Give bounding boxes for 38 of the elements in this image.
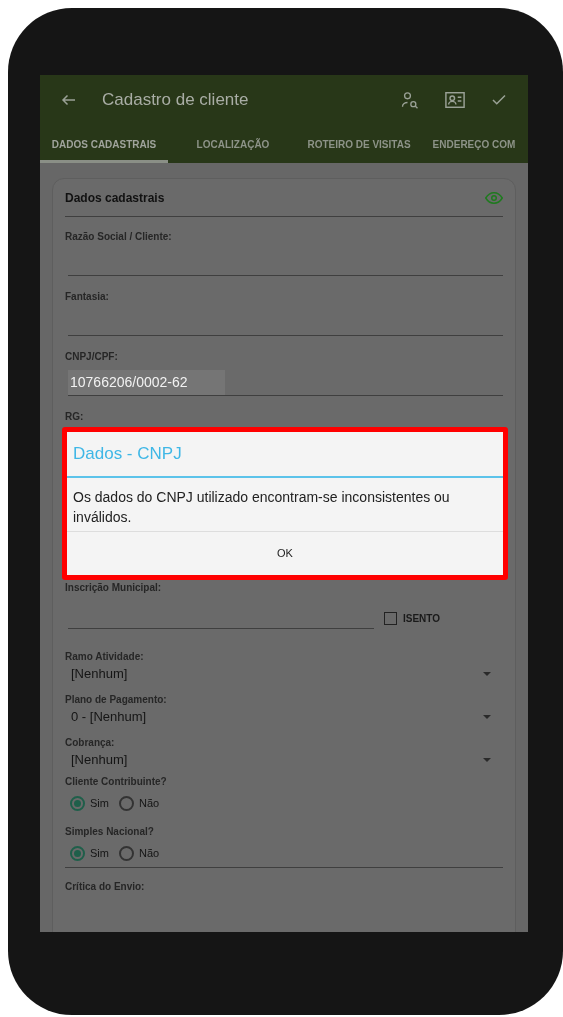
field-label: Inscrição Municipal: <box>65 581 163 595</box>
screen-title: Cadastro de cliente <box>102 89 250 112</box>
field-label: Cliente Contribuinte? <box>65 775 168 789</box>
field-label: Simples Nacional? <box>65 825 155 839</box>
card-title: Dados cadastrais <box>65 189 165 207</box>
field-label: RG: <box>65 410 85 424</box>
dropdown-value: [Nenhum] <box>71 665 128 684</box>
dropdown[interactable]: [Nenhum] <box>65 664 503 684</box>
caret-icon <box>483 758 491 762</box>
contact-card-icon[interactable] <box>444 90 466 110</box>
radio-option[interactable]: Não <box>118 795 160 812</box>
dialog-message: Os dados do CNPJ utilizado encontram-se inconsistentes ou inválidos. <box>73 488 451 527</box>
field-label: Fantasia: <box>65 290 110 304</box>
radio-option[interactable]: Sim <box>70 795 109 812</box>
radio-option[interactable]: Sim <box>70 845 109 862</box>
field-value: 10766206/0002-62 <box>68 370 225 395</box>
tab[interactable]: LOCALIZAÇÃO <box>168 125 298 163</box>
person-search-icon[interactable] <box>400 90 420 110</box>
dropdown-value: 0 - [Nenhum] <box>71 708 147 727</box>
caret-icon <box>483 672 491 676</box>
checkbox[interactable] <box>384 612 397 625</box>
field-label: Cobrança: <box>65 736 116 750</box>
ok-button[interactable]: OK <box>67 532 503 575</box>
dialog-title: Dados - CNPJ <box>73 443 182 466</box>
field-label: Razão Social / Cliente: <box>65 230 173 244</box>
tab[interactable]: ROTEIRO DE VISITAS <box>298 125 420 163</box>
dropdown[interactable]: 0 - [Nenhum] <box>65 707 503 727</box>
checkbox-label: ISENTO <box>403 612 441 626</box>
field-label: Plano de Pagamento: <box>65 693 168 707</box>
field-label: CNPJ/CPF: <box>65 350 119 364</box>
field-label: Crítica do Envio: <box>65 880 146 894</box>
field-label: Ramo Atividade: <box>65 650 145 664</box>
caret-icon <box>483 715 491 719</box>
radio-option[interactable]: Não <box>118 845 160 862</box>
dropdown-value: [Nenhum] <box>71 751 128 770</box>
tab[interactable]: DADOS CADASTRAIS <box>40 125 168 163</box>
dropdown[interactable]: [Nenhum] <box>65 750 503 770</box>
tab[interactable]: ENDEREÇO COM <box>420 125 528 163</box>
